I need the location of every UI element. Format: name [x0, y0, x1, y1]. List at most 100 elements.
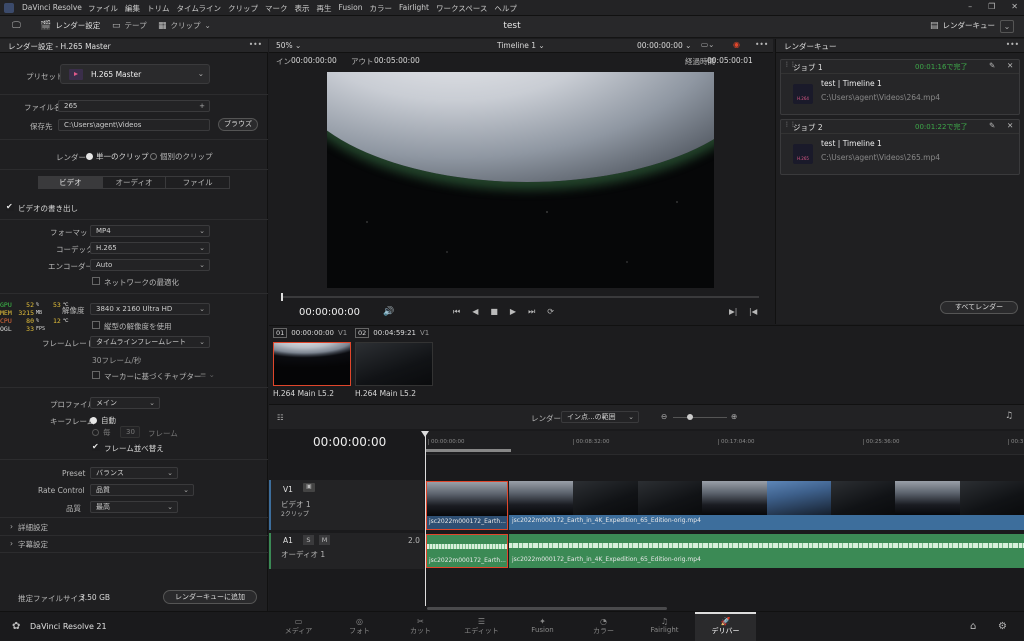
scrubber[interactable]: [281, 293, 759, 301]
framerate-dropdown[interactable]: タイムラインフレームレート ⌄: [90, 336, 210, 348]
location-field[interactable]: C:\Users\agent\Videos: [58, 119, 210, 131]
tab-file[interactable]: ファイル: [165, 177, 229, 188]
menu-item[interactable]: ファイル: [88, 3, 118, 14]
subtitle-settings-toggle[interactable]: › 字幕設定: [10, 539, 48, 550]
mark-in-icon[interactable]: ▶|: [729, 307, 737, 316]
page-tab-8[interactable]: 🚀 デリバー: [695, 612, 756, 641]
mark-out-icon[interactable]: |◀: [749, 307, 757, 316]
a1-solo-button[interactable]: S: [303, 535, 314, 545]
first-frame-icon[interactable]: ⏮: [453, 307, 460, 317]
menu-item[interactable]: 表示: [294, 3, 309, 14]
audio-note-icon[interactable]: ♫: [1005, 411, 1013, 421]
preset2-dropdown[interactable]: バランス ⌄: [90, 467, 178, 479]
browse-button[interactable]: ブラウズ: [218, 118, 258, 131]
volume-icon[interactable]: 🔊: [383, 307, 394, 317]
close-icon[interactable]: ✕: [1011, 2, 1018, 11]
playhead[interactable]: [425, 431, 426, 606]
encoder-dropdown[interactable]: Auto ⌄: [90, 259, 210, 271]
render-job-card[interactable]: ⋮⋮ ジョブ 1 00:01:16で完了 ✎ ✕ H.264 test | Timeline…: [780, 59, 1020, 115]
keyframe-every-field[interactable]: 30: [120, 426, 140, 438]
page-tab-4[interactable]: ☰ エディット: [451, 612, 512, 641]
render-settings-toggle[interactable]: 🎬 レンダー設定: [40, 20, 100, 31]
play-icon[interactable]: ▶: [510, 307, 516, 317]
menu-item[interactable]: マーク: [265, 3, 288, 14]
rate-control-dropdown[interactable]: 品質 ⌄: [90, 484, 194, 496]
maximize-icon[interactable]: ❐: [988, 2, 995, 11]
page-tab-7[interactable]: ♫ Fairlight: [634, 612, 695, 641]
menu-item[interactable]: ヘルプ: [494, 3, 517, 14]
color-wheel-icon[interactable]: ◉: [733, 40, 740, 49]
render-job-card[interactable]: ⋮⋮ ジョブ 2 00:01:22で完了 ✎ ✕ H.265 test | Timeline…: [780, 119, 1020, 175]
video-clip-1[interactable]: jsc2022m000172_Earth...: [426, 481, 508, 530]
home-icon[interactable]: ⌂: [970, 621, 976, 632]
step-back-icon[interactable]: ◀: [472, 307, 478, 317]
menu-item[interactable]: トリム: [147, 3, 170, 14]
format-dropdown[interactable]: MP4 ⌄: [90, 225, 210, 237]
individual-clips-radio[interactable]: 個別のクリップ: [150, 151, 213, 162]
keyframe-auto-radio[interactable]: 自動: [90, 415, 116, 426]
export-video-checkbox[interactable]: ✔: [6, 203, 14, 211]
tab-audio[interactable]: オーディオ: [101, 177, 166, 188]
monitor-icon[interactable]: 🖵: [12, 21, 21, 31]
zoom-dropdown[interactable]: 50% ⌄: [276, 41, 301, 50]
edit-icon[interactable]: ✎: [989, 61, 995, 70]
close-icon[interactable]: ✕: [1007, 121, 1013, 130]
resolution-dropdown[interactable]: 3840 x 2160 Ultra HD ⌄: [90, 303, 210, 315]
page-tab-2[interactable]: ◎ フォト: [329, 612, 390, 641]
menu-item[interactable]: 編集: [125, 3, 140, 14]
render-queue-toggle[interactable]: ▤ レンダーキュー: [930, 20, 995, 31]
menu-item[interactable]: Fusion: [338, 3, 362, 14]
v1-toggle-icon[interactable]: ▣: [303, 483, 315, 492]
zoom-slider[interactable]: [673, 414, 727, 420]
page-tab-3[interactable]: ✂ カット: [390, 612, 451, 641]
close-icon[interactable]: ✕: [1007, 61, 1013, 70]
edit-icon[interactable]: ✎: [989, 121, 995, 130]
audio-clip-1[interactable]: jsc2022m000172_Earth...: [426, 534, 508, 568]
zoom-in-icon[interactable]: ⊕: [731, 412, 737, 421]
keyframe-every-radio[interactable]: 毎: [92, 427, 111, 438]
codec-dropdown[interactable]: H.265 ⌄: [90, 242, 210, 254]
tape-toggle[interactable]: ▭ テープ: [112, 20, 147, 31]
viewer-options-icon[interactable]: ▭⌄: [701, 40, 714, 49]
clip-thumbnail[interactable]: [355, 342, 433, 386]
timeline-scrollbar[interactable]: [427, 607, 667, 610]
render-range-dropdown[interactable]: イン点...の範囲 ⌄: [561, 411, 639, 423]
page-tab-6[interactable]: ◔ カラー: [573, 612, 634, 641]
clip-thumbnail[interactable]: [273, 342, 351, 386]
profile-dropdown[interactable]: メイン ⌄: [90, 397, 160, 409]
aspect-checkbox[interactable]: [92, 321, 100, 329]
chapters-checkbox[interactable]: [92, 371, 100, 379]
frame-reorder-checkbox[interactable]: ✔: [92, 443, 100, 451]
filename-field[interactable]: 265 +: [58, 100, 210, 112]
a1-mute-button[interactable]: M: [319, 535, 330, 545]
chapters-menu-icon[interactable]: ≡ ⌄: [200, 370, 215, 379]
audio-clip-2[interactable]: jsc2022m000172_Earth_in_4K_Expedition_65…: [509, 534, 1024, 568]
network-opt-checkbox[interactable]: [92, 277, 100, 285]
tab-video[interactable]: ビデオ: [39, 177, 102, 188]
last-frame-icon[interactable]: ⏭: [528, 307, 535, 317]
video-clip-2[interactable]: jsc2022m000172_Earth_in_4K_Expedition_65…: [509, 481, 1024, 530]
render-all-button[interactable]: すべてレンダー: [940, 301, 1018, 314]
menu-item[interactable]: Fairlight: [399, 3, 429, 14]
viewer-timecode[interactable]: 00:00:00:00 ⌄: [637, 41, 691, 50]
add-to-queue-button[interactable]: レンダーキューに追加: [163, 590, 257, 604]
loop-icon[interactable]: ⟳: [547, 307, 554, 317]
minimize-icon[interactable]: –: [968, 2, 972, 11]
collapse-button[interactable]: ⌄: [1000, 20, 1014, 33]
menu-item[interactable]: ワークスペース: [436, 3, 487, 14]
page-tab-1[interactable]: ▭ メディア: [268, 612, 329, 641]
advanced-settings-toggle[interactable]: › 詳細設定: [10, 522, 48, 533]
timeline-ruler[interactable]: 00:00:00:00 00:08:32:00 00:17:04:00 00:25:3…: [426, 431, 1024, 455]
page-tab-5[interactable]: ✦ Fusion: [512, 612, 573, 641]
preset-dropdown[interactable]: H.265 Master ⌄: [60, 64, 210, 84]
timeline-dropdown[interactable]: Timeline 1 ⌄: [497, 41, 545, 50]
zoom-out-icon[interactable]: ⊖: [661, 412, 667, 421]
playhead-marker-icon[interactable]: [421, 431, 429, 437]
single-clip-radio[interactable]: 単一のクリップ: [86, 151, 149, 162]
menu-item[interactable]: クリップ: [228, 3, 258, 14]
clip-toggle[interactable]: ▦ クリップ ⌄: [158, 20, 211, 31]
viewer-menu-icon[interactable]: •••: [755, 40, 768, 49]
gear-icon[interactable]: ⚙: [998, 621, 1007, 632]
menu-item[interactable]: タイムライン: [177, 3, 221, 14]
panel-menu-icon[interactable]: •••: [249, 40, 262, 49]
